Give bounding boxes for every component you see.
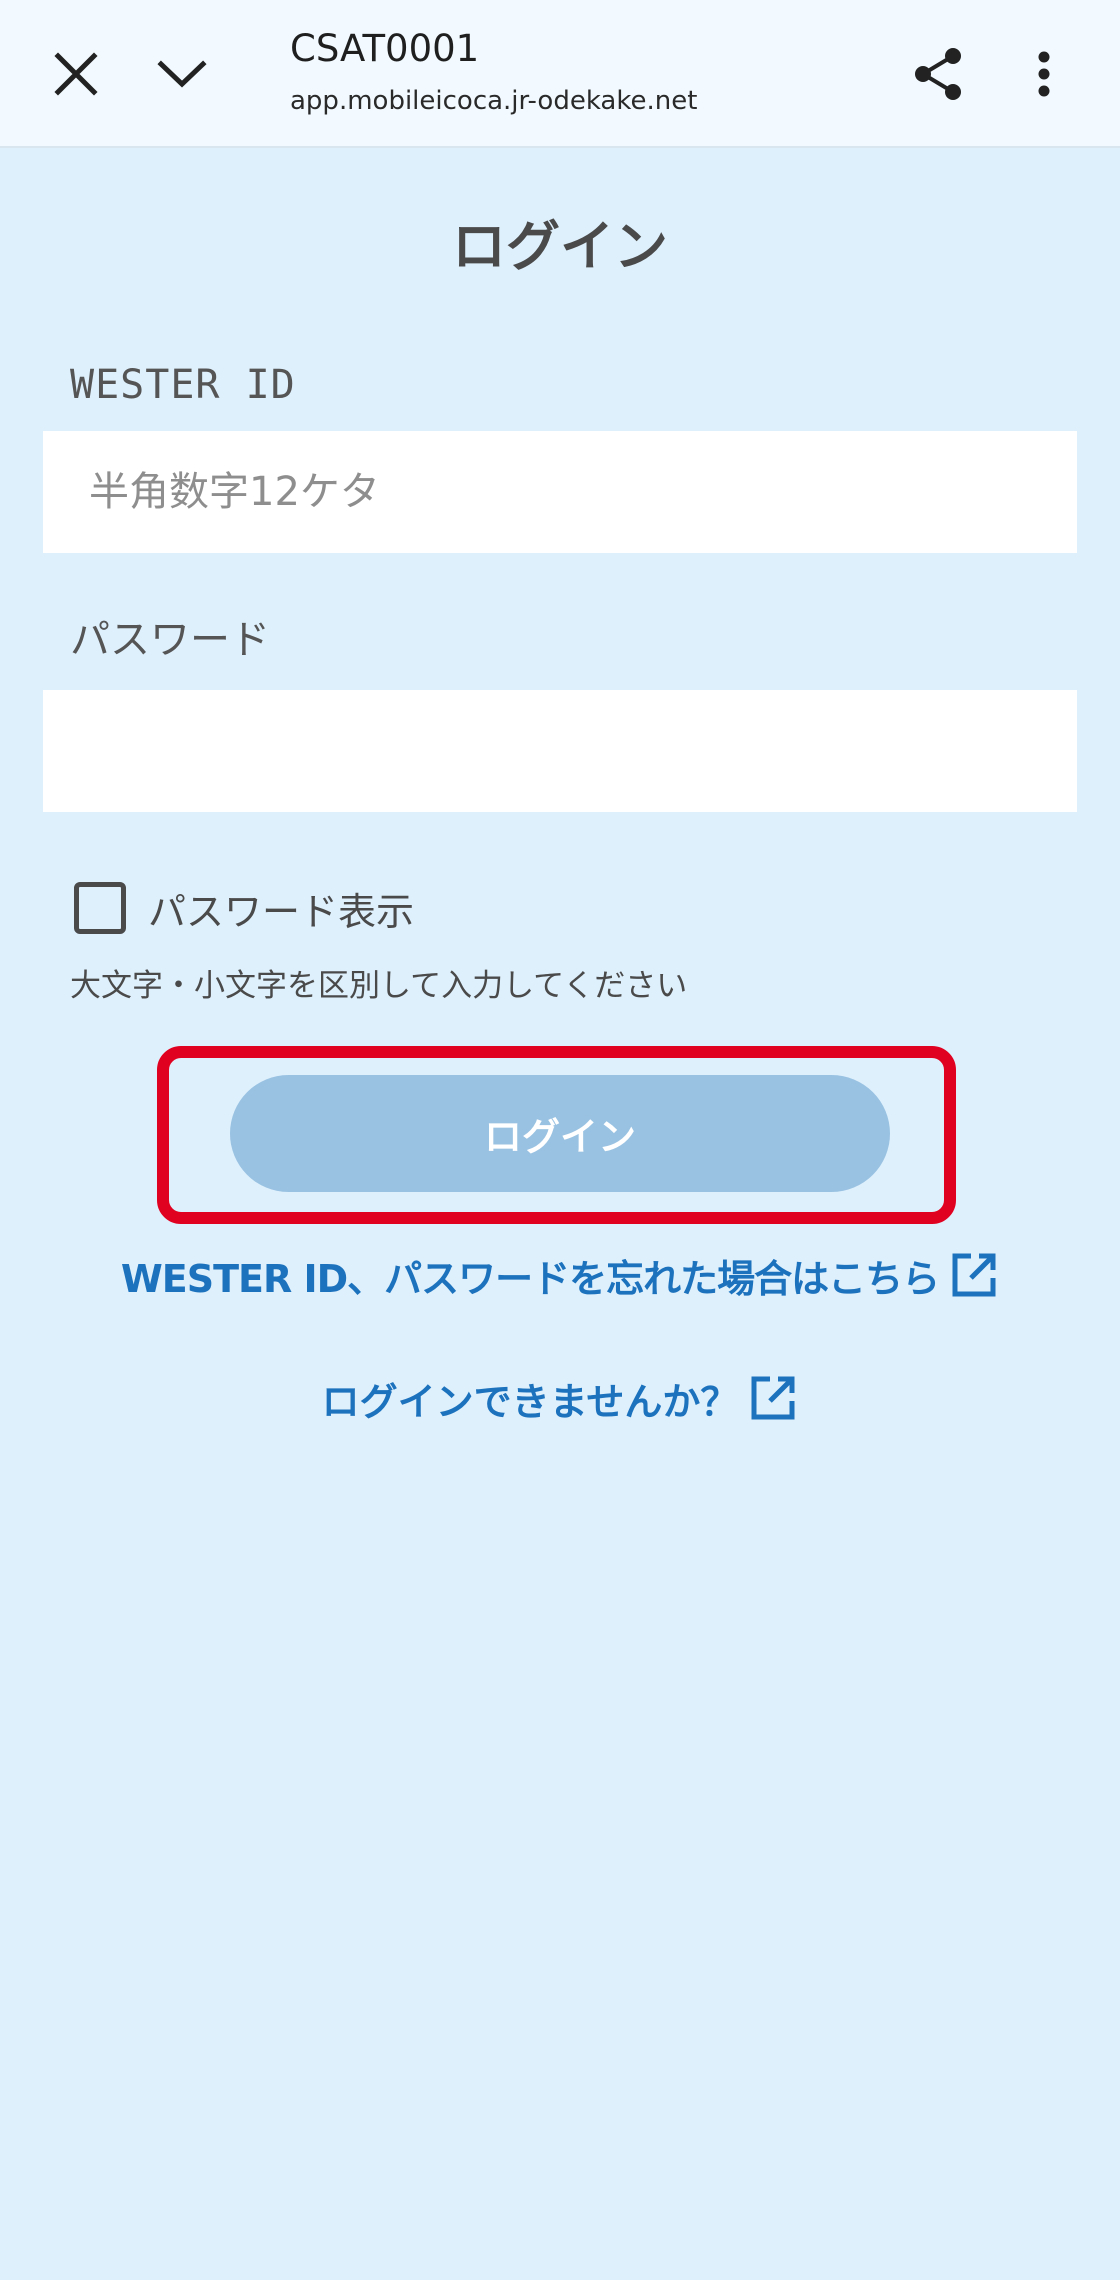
case-sensitivity-hint: 大文字・小文字を区別して入力してください <box>70 968 688 1004</box>
show-password-label: パスワード表示 <box>148 889 415 934</box>
share-button[interactable] <box>898 34 978 114</box>
external-link-icon <box>949 1250 999 1300</box>
forgot-credentials-link[interactable]: WESTER ID、パスワードを忘れた場合はこちら <box>0 1245 1120 1305</box>
forgot-credentials-text: WESTER ID、パスワードを忘れた場合はこちら <box>120 1256 940 1301</box>
wester-id-label: WESTER ID <box>70 362 296 408</box>
show-password-checkbox[interactable] <box>74 882 126 934</box>
more-options-button[interactable] <box>1004 34 1084 114</box>
url-text: app.mobileicoca.jr-odekake.net <box>290 86 698 116</box>
password-label: パスワード <box>70 617 270 663</box>
close-button[interactable] <box>36 34 116 114</box>
external-link-icon <box>748 1373 798 1423</box>
page-info[interactable]: CSAT0001 app.mobileicoca.jr-odekake.net <box>290 26 850 118</box>
browser-toolbar: CSAT0001 app.mobileicoca.jr-odekake.net <box>0 0 1120 148</box>
chevron-down-icon <box>157 60 207 88</box>
cant-login-text: ログインできませんか？ <box>321 1379 739 1424</box>
tab-title: CSAT0001 <box>290 27 480 70</box>
password-input[interactable] <box>43 690 1077 812</box>
login-button[interactable]: ログイン <box>230 1075 890 1192</box>
close-icon <box>54 52 98 96</box>
show-password-toggle[interactable]: パスワード表示 <box>74 880 414 936</box>
cant-login-link[interactable]: ログインできませんか？ <box>0 1368 1120 1428</box>
page-title: ログイン <box>452 215 668 278</box>
wester-id-input[interactable] <box>43 431 1077 553</box>
share-icon <box>915 48 961 100</box>
collapse-button[interactable] <box>142 34 222 114</box>
more-vert-icon <box>1038 51 1050 97</box>
